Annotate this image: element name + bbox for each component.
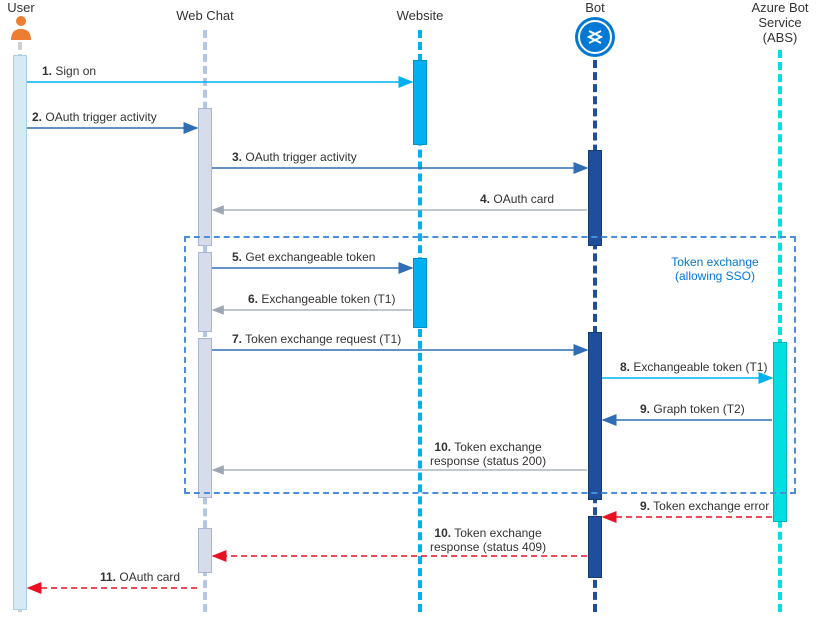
activation-webchat-4: [198, 528, 212, 573]
annotation-token-exchange: Token exchange (allowing SSO): [660, 255, 770, 283]
activation-bot-1: [588, 150, 602, 246]
bot-icon: [573, 15, 617, 59]
msg-2: 2. OAuth trigger activity: [32, 110, 157, 124]
msg-4: 4. OAuth card: [480, 192, 554, 206]
msg-9: 9. Graph token (T2): [640, 402, 745, 416]
participant-user: User: [6, 0, 36, 43]
msg-1: 1. Sign on: [42, 64, 96, 78]
msg-11: 11. OAuth card: [100, 570, 180, 584]
participant-abs: Azure Bot Service (ABS): [748, 0, 812, 45]
msg-10: 10. Token exchange response (status 200): [430, 440, 546, 468]
msg-8: 8. Exchangeable token (T1): [620, 360, 767, 374]
user-icon: [10, 15, 32, 40]
msg-5: 5. Get exchangeable token: [232, 250, 375, 264]
msg-6: 6. Exchangeable token (T1): [248, 292, 395, 306]
activation-bot-3: [588, 516, 602, 578]
sequence-diagram: User Web Chat Website Bot Azure Bot Serv…: [0, 0, 830, 622]
msg-3: 3. OAuth trigger activity: [232, 150, 357, 164]
activation-webchat-1: [198, 108, 212, 246]
activation-website-1: [413, 60, 427, 145]
participant-bot: Bot: [570, 0, 620, 62]
participant-webchat: Web Chat: [175, 8, 235, 23]
msg-7: 7. Token exchange request (T1): [232, 332, 401, 346]
participant-website: Website: [395, 8, 445, 23]
msg-10b: 10. Token exchange response (status 409): [430, 526, 546, 554]
msg-9b: 9. Token exchange error: [640, 499, 769, 513]
activation-user: [13, 55, 27, 610]
